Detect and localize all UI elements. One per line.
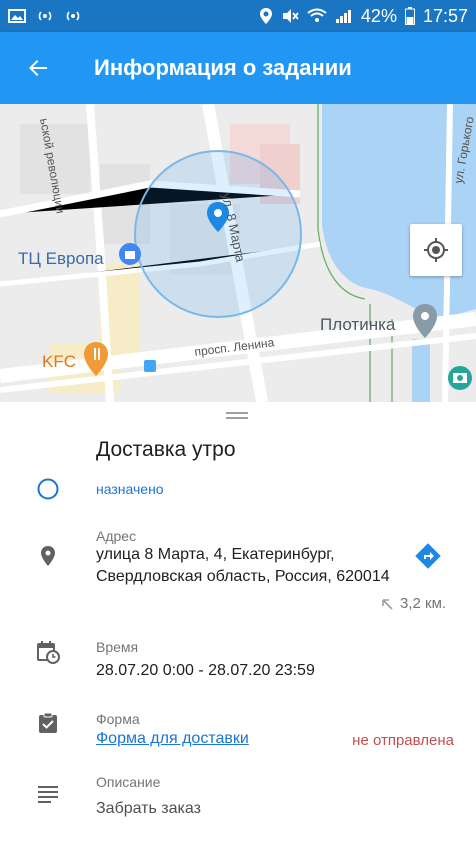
arrow-back-icon[interactable] [26,56,50,80]
status-bar: 42% 17:57 [0,0,476,32]
map-label-dam: Плотинка [320,315,396,334]
status-bar-left [8,9,82,23]
map-label-kfc: KFC [42,352,76,371]
description-value: Забрать заказ [96,800,201,817]
map-label-mall: ТЦ Европа [18,249,104,268]
my-location-button[interactable] [410,224,462,276]
map-view[interactable]: ьской революции ул. 8 Марта ул. Горького… [0,104,476,402]
metro-icon [144,360,156,372]
status-text: назначено [96,481,164,497]
shopping-bag-icon[interactable] [119,243,141,265]
arrow-up-left-icon [382,598,393,610]
mute-icon [282,9,299,23]
form-status: не отправлена [352,732,454,749]
form-label: Форма [96,711,140,727]
map-canvas[interactable]: ьской революции ул. 8 Марта ул. Горького… [0,104,476,402]
distance-value: 3,2 км. [400,595,447,612]
status-bar-right: 42% 17:57 [259,6,468,27]
clipboard-check-icon [39,712,57,733]
distance: 3,2 км. [380,595,446,612]
page-title: Информация о задании [94,55,352,80]
address-line-1: улица 8 Марта, 4, Екатеринбург, [96,546,335,563]
broadcast-icon [38,11,52,21]
crosshair-icon [424,238,448,262]
image-notification-icon [8,9,26,23]
time-value: 28.07.20 0:00 - 28.07.20 23:59 [96,662,315,679]
location-pin-icon [41,546,55,566]
app-bar: Информация о задании [0,32,476,104]
task-details-sheet: Доставка утро назначено Адрес улица 8 Ма… [0,402,476,845]
status-time: 17:57 [422,5,468,26]
directions-icon[interactable] [414,542,442,570]
form-link[interactable]: Форма для доставки [96,730,249,748]
camera-icon[interactable] [448,366,472,390]
time-label: Время [96,639,139,655]
status-circle-icon [37,478,59,500]
address-line-2: Свердловская область, Россия, 620014 [96,568,390,585]
battery-icon [404,7,415,25]
notes-icon [38,786,58,803]
drag-handle[interactable] [226,412,248,419]
battery-percent: 42% [360,5,397,26]
wifi-icon [307,8,327,22]
description-label: Описание [96,774,161,790]
broadcast-icon-2 [66,11,80,21]
location-status-icon [259,8,272,24]
calendar-clock-icon [37,641,60,664]
signal-icon [335,10,351,23]
address-label: Адрес [96,528,137,544]
task-title: Доставка утро [96,438,236,461]
